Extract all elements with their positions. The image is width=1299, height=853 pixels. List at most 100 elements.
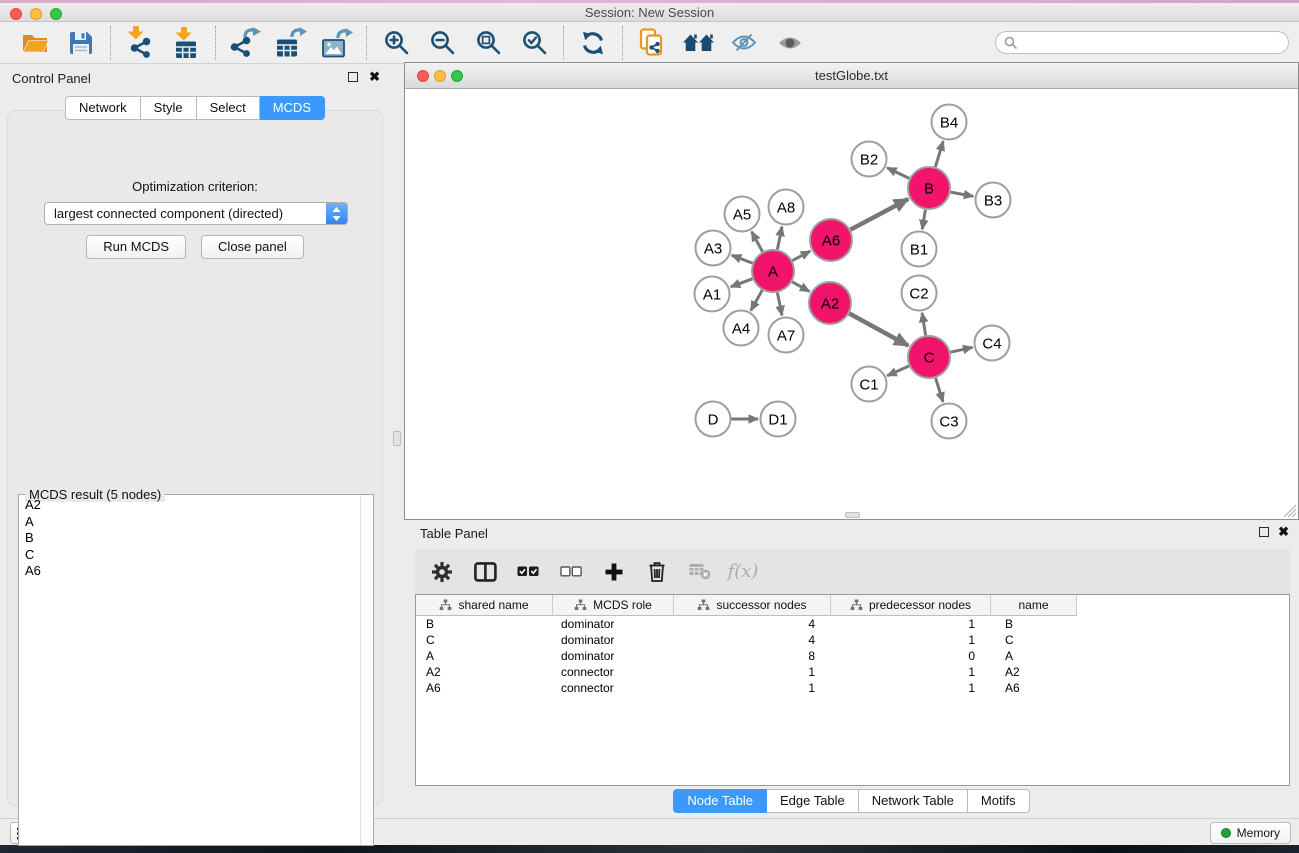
graph-edge-A-A8[interactable] [777, 227, 782, 250]
tab-select[interactable]: Select [197, 96, 260, 120]
zoom-selected-button[interactable] [516, 25, 552, 61]
cell-predecessor-nodes[interactable]: 1 [831, 680, 991, 696]
graph-edge-B-B2[interactable] [887, 168, 909, 179]
tab-network[interactable]: Network [65, 96, 141, 120]
graph-edge-A-A2[interactable] [792, 282, 809, 292]
cell-successor-nodes[interactable]: 4 [674, 632, 831, 648]
graph-node-C1[interactable]: C1 [852, 367, 887, 402]
graph-edge-A-A4[interactable] [751, 290, 762, 310]
function-builder-button[interactable]: f(x) [726, 555, 760, 589]
run-mcds-button[interactable]: Run MCDS [86, 235, 186, 259]
deselect-all-button[interactable] [554, 555, 588, 589]
graph-edge-B-B4[interactable] [935, 141, 943, 167]
float-panel-icon[interactable] [348, 72, 358, 82]
cell-name[interactable]: B [991, 616, 1077, 632]
zoom-fit-button[interactable] [470, 25, 506, 61]
graph-node-A4[interactable]: A4 [724, 311, 759, 346]
graph-edge-C-C1[interactable] [887, 366, 909, 376]
cell-predecessor-nodes[interactable]: 1 [831, 632, 991, 648]
graph-node-A8[interactable]: A8 [769, 190, 804, 225]
graph-node-D[interactable]: D [696, 402, 731, 437]
cell-mcds-role[interactable]: dominator [553, 632, 674, 648]
graph-node-C4[interactable]: C4 [975, 326, 1010, 361]
graph-node-B[interactable]: B [908, 167, 950, 209]
delete-columns-button[interactable] [640, 555, 674, 589]
graph-node-D1[interactable]: D1 [761, 402, 796, 437]
cell-successor-nodes[interactable]: 1 [674, 664, 831, 680]
tab-style[interactable]: Style [141, 96, 197, 120]
cell-mcds-role[interactable]: dominator [553, 648, 674, 664]
export-table-button[interactable] [273, 25, 309, 61]
table-row-a2[interactable]: A2connector11A2 [416, 664, 1289, 680]
zoom-out-button[interactable] [424, 25, 460, 61]
graph-edge-A-A1[interactable] [731, 279, 753, 287]
cell-name[interactable]: A [991, 648, 1077, 664]
show-columns-button[interactable] [468, 555, 502, 589]
graph-edge-A6-B[interactable] [850, 199, 908, 230]
table-row-b[interactable]: Bdominator41B [416, 616, 1289, 632]
cell-shared-name[interactable]: C [416, 632, 553, 648]
search-box[interactable] [995, 31, 1289, 54]
mcds-result-item-a[interactable]: A [20, 514, 359, 531]
cell-successor-nodes[interactable]: 8 [674, 648, 831, 664]
column-header-mcds-role[interactable]: MCDS role [553, 595, 674, 616]
tab-mcds[interactable]: MCDS [260, 96, 325, 120]
close-panel-icon[interactable]: ✖ [369, 69, 380, 85]
refresh-layout-button[interactable] [575, 25, 611, 61]
window-resize-grip[interactable] [1282, 503, 1297, 518]
mcds-result-item-b[interactable]: B [20, 530, 359, 547]
save-session-button[interactable] [63, 25, 99, 61]
column-header-shared-name[interactable]: shared name [416, 595, 553, 616]
graph-node-A7[interactable]: A7 [769, 318, 804, 353]
mcds-result-item-c[interactable]: C [20, 547, 359, 564]
duplicate-network-button[interactable] [634, 25, 670, 61]
show-panel-button[interactable] [772, 25, 808, 61]
table-row-a[interactable]: Adominator80A [416, 648, 1289, 664]
result-scrollbar[interactable] [360, 495, 373, 845]
table-tab-network-table[interactable]: Network Table [859, 789, 968, 813]
column-header-name[interactable]: name [991, 595, 1077, 616]
graph-edge-B-B1[interactable] [922, 210, 925, 230]
mcds-result-item-a2[interactable]: A2 [20, 497, 359, 514]
select-all-button[interactable] [511, 555, 545, 589]
search-input[interactable] [1023, 35, 1280, 50]
cell-successor-nodes[interactable]: 1 [674, 680, 831, 696]
graph-node-C[interactable]: C [908, 336, 950, 378]
graph-node-C2[interactable]: C2 [902, 276, 937, 311]
cell-name[interactable]: A6 [991, 680, 1077, 696]
cell-name[interactable]: A2 [991, 664, 1077, 680]
import-table-button[interactable] [168, 25, 204, 61]
graph-node-A1[interactable]: A1 [695, 277, 730, 312]
graph-node-A5[interactable]: A5 [725, 197, 760, 232]
cell-name[interactable]: C [991, 632, 1077, 648]
cell-predecessor-nodes[interactable]: 1 [831, 664, 991, 680]
table-float-panel-icon[interactable] [1259, 527, 1269, 537]
column-header-predecessor-nodes[interactable]: predecessor nodes [831, 595, 991, 616]
graph-node-A2[interactable]: A2 [809, 282, 851, 324]
table-tab-edge-table[interactable]: Edge Table [767, 789, 859, 813]
hide-panel-button[interactable] [726, 25, 762, 61]
table-mode-button[interactable] [425, 555, 459, 589]
graph-edge-B-B3[interactable] [951, 192, 974, 196]
graph-edge-C-C3[interactable] [936, 378, 943, 402]
panel-split-divider[interactable] [390, 64, 404, 818]
graph-edge-A-A6[interactable] [792, 251, 810, 261]
network-canvas[interactable]: B4B2BB3A8A5A6A3B1AA1C2A2A4A7C4CC1DD1C3 [406, 90, 1297, 518]
zoom-in-button[interactable] [378, 25, 414, 61]
graph-edge-A-A3[interactable] [732, 255, 753, 263]
graph-node-A[interactable]: A [752, 250, 794, 292]
graph-node-C3[interactable]: C3 [932, 404, 967, 439]
divider-grip[interactable] [393, 431, 401, 446]
table-tab-node-table[interactable]: Node Table [673, 789, 767, 813]
graph-node-B3[interactable]: B3 [976, 183, 1011, 218]
home-button[interactable] [680, 25, 716, 61]
import-network-button[interactable] [122, 25, 158, 61]
graph-edge-A2-C[interactable] [849, 314, 908, 346]
table-close-panel-icon[interactable]: ✖ [1278, 524, 1289, 540]
close-panel-button[interactable]: Close panel [201, 235, 304, 259]
table-tab-motifs[interactable]: Motifs [968, 789, 1030, 813]
graph-node-B2[interactable]: B2 [852, 142, 887, 177]
cell-mcds-role[interactable]: connector [553, 664, 674, 680]
graph-edge-A-A5[interactable] [752, 232, 763, 252]
open-file-button[interactable] [17, 25, 53, 61]
